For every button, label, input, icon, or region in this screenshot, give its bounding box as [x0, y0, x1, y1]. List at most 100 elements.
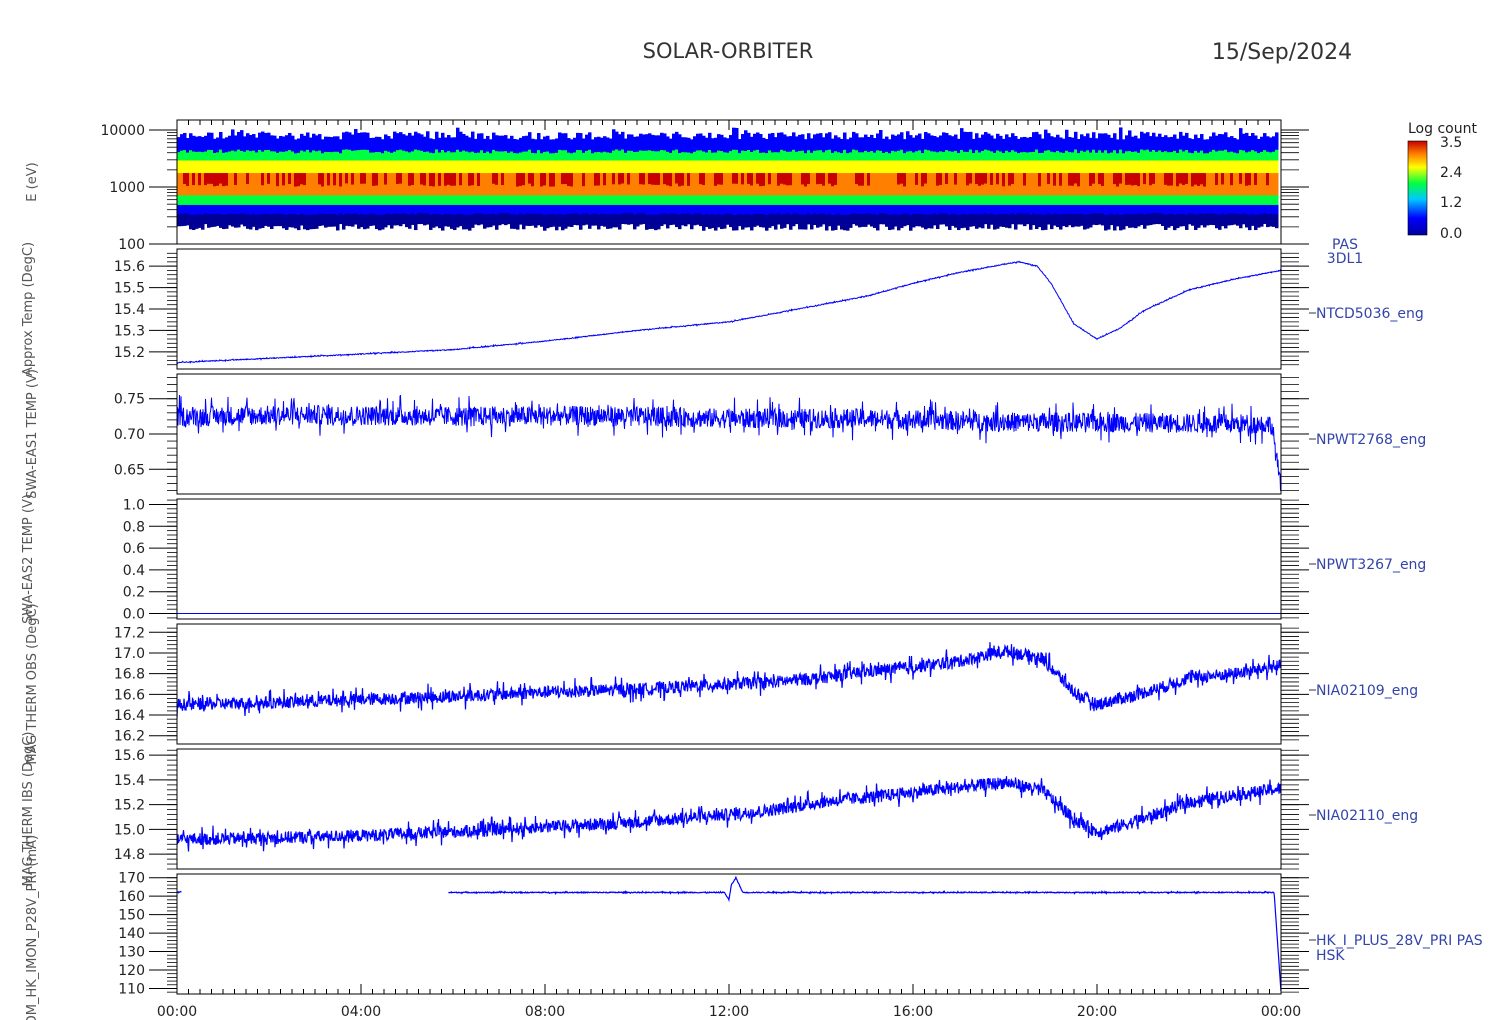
spectrogram-cell: [957, 159, 961, 174]
spectrogram-cell: [693, 136, 697, 152]
spectrogram-cell: [1245, 185, 1249, 196]
spectrogram-cell: [393, 159, 397, 174]
spectrogram-cell: [1014, 194, 1018, 205]
spectrogram-cell: [1056, 150, 1060, 161]
spectrogram-cell: [561, 194, 565, 205]
spectrogram-cell: [444, 159, 448, 174]
spectrogram-cell: [1134, 135, 1138, 152]
spectrogram-cell: [825, 159, 829, 174]
spectrogram-cell: [1203, 172, 1207, 187]
spectrogram-cell: [186, 212, 190, 226]
spectrogram-cell: [942, 204, 946, 214]
spectrogram-cell: [1188, 172, 1192, 187]
spectrogram-cell: [828, 149, 832, 161]
spectrogram-cell: [255, 185, 259, 196]
spectrogram-cell: [756, 172, 760, 184]
spectrogram-cell: [273, 172, 277, 186]
spectrogram-cell: [1266, 184, 1270, 196]
spectrogram-cell: [267, 194, 271, 205]
spectrogram-cell: [306, 159, 310, 174]
spectrogram-cell: [1149, 184, 1153, 196]
spectrogram-cell: [744, 213, 748, 228]
spectrogram-cell: [1164, 184, 1168, 196]
panel-2: 15.215.315.415.515.6NTCD5036_engApprox T…: [21, 242, 1424, 376]
y-tick-label: 0.8: [123, 519, 145, 535]
spectrogram-cell: [1161, 151, 1165, 161]
spectrogram-cell: [669, 185, 673, 196]
spectrogram-cell: [1194, 172, 1198, 185]
spectrogram-cell: [381, 214, 385, 230]
spectrogram-cell: [864, 184, 868, 196]
spectrogram-cell: [1200, 150, 1204, 161]
spectrogram-cell: [672, 172, 676, 185]
spectrogram-cell: [630, 134, 634, 151]
spectrogram-cell: [588, 183, 592, 196]
spectrogram-cell: [219, 172, 223, 184]
spectrogram-cell: [972, 152, 976, 161]
y-tick-label: 15.4: [114, 773, 145, 789]
spectrogram-cell: [855, 204, 859, 214]
spectrogram-cell: [561, 214, 565, 231]
spectrogram-cell: [495, 172, 499, 185]
spectrogram-cell: [264, 159, 268, 174]
spectrogram-cell: [474, 159, 478, 174]
spectrogram-cell: [183, 183, 187, 196]
spectrogram-cell: [966, 172, 970, 186]
spectrogram-cell: [534, 159, 538, 174]
spectrogram-cell: [360, 194, 364, 205]
spectrogram-cell: [753, 213, 757, 227]
spectrogram-cell: [450, 204, 454, 215]
spectrogram-cell: [528, 213, 532, 226]
spectrogram-cell: [912, 172, 916, 186]
spectrogram-cell: [1113, 159, 1117, 174]
spectrogram-cell: [1077, 213, 1081, 227]
spectrogram-cell: [585, 204, 589, 214]
spectrogram-cell: [333, 213, 337, 227]
spectrogram-cell: [1035, 204, 1039, 215]
spectrogram-cell: [693, 212, 697, 226]
spectrogram-cell: [393, 184, 397, 196]
spectrogram-cell: [1197, 152, 1201, 161]
spectrogram-cell: [1149, 159, 1153, 174]
spectrogram-cell: [1215, 213, 1219, 229]
panel-4: 0.00.20.40.60.81.0NPWT3267_engSWA-EAS2 T…: [21, 494, 1426, 624]
spectrogram-cell: [1185, 149, 1189, 161]
spectrogram-cell: [1029, 214, 1033, 230]
spectrogram-cell: [906, 131, 910, 152]
spectrogram-cell: [945, 183, 949, 196]
spectrogram-cell: [1269, 185, 1273, 196]
spectrogram-cell: [921, 185, 925, 196]
spectrogram-cell: [885, 136, 889, 152]
spectrogram-cell: [342, 204, 346, 215]
spectrogram-cell: [924, 149, 928, 161]
spectrogram-cell: [510, 172, 514, 186]
spectrogram-cell: [927, 213, 931, 229]
spectrogram-cell: [537, 204, 541, 214]
spectrogram-cell: [1131, 151, 1135, 161]
spectrogram-cell: [1131, 172, 1135, 186]
spectrogram-cell: [579, 183, 583, 196]
spectrogram-cell: [687, 152, 691, 161]
spectrogram-cell: [897, 214, 901, 231]
spectrogram-cell: [801, 194, 805, 205]
y-tick-label: 1000: [109, 180, 145, 196]
spectrogram-cell: [261, 204, 265, 215]
spectrogram-cell: [1170, 159, 1174, 174]
spectrogram-cell: [258, 204, 262, 215]
spectrogram-cell: [612, 204, 616, 215]
spectrogram-cell: [1170, 136, 1174, 153]
spectrogram-cell: [690, 204, 694, 215]
spectrogram-cell: [714, 185, 718, 196]
spectrogram-cell: [1119, 194, 1123, 205]
spectrogram-cell: [471, 131, 475, 152]
spectrogram-cell: [984, 204, 988, 214]
spectrogram-cell: [798, 204, 802, 215]
spectrogram-cell: [828, 183, 832, 196]
spectrogram-cell: [690, 194, 694, 205]
spectrogram-cell: [474, 138, 478, 154]
spectrogram-cell: [873, 213, 877, 228]
spectrogram-cell: [1251, 149, 1255, 161]
spectrogram-cell: [405, 135, 409, 152]
spectrogram-cell: [1098, 159, 1102, 174]
panel-data: [177, 127, 1279, 231]
